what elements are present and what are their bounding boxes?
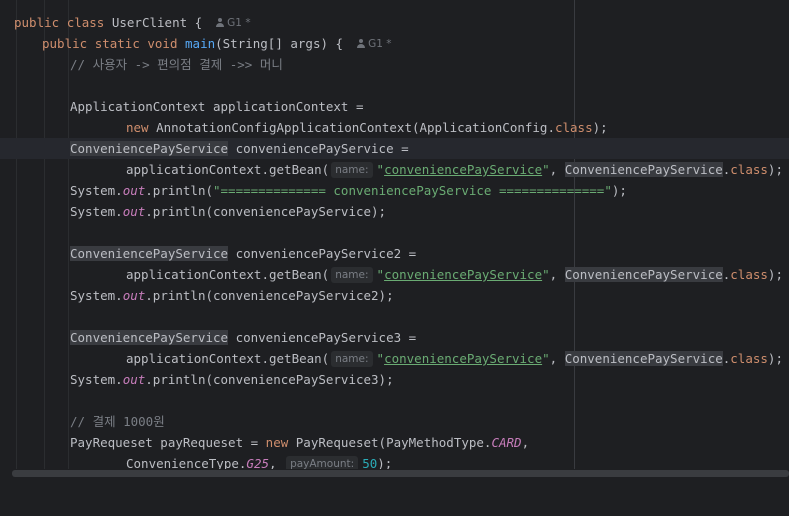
static-field: out: [122, 204, 146, 219]
statement: .println(conveniencePayService3);: [145, 372, 394, 387]
code-line-12: ConveniencePayService conveniencePayServ…: [0, 243, 789, 264]
author-label: G1 *: [368, 38, 392, 50]
code-line-21: PayRequeset payRequeset = new PayRequese…: [0, 432, 789, 453]
punctuation: ,: [549, 351, 565, 366]
string-quote: ": [376, 162, 385, 177]
bean-reference-link[interactable]: conveniencePayService: [384, 267, 542, 282]
keyword: new: [265, 435, 289, 450]
statement: PayRequeset payRequeset =: [70, 435, 266, 450]
punctuation: );: [611, 183, 627, 198]
code-line-2: public static void main(String[] args) {…: [0, 33, 789, 54]
keyword: class: [730, 267, 768, 282]
type-highlight: ConveniencePayService: [70, 330, 229, 345]
class-name: UserClient {: [111, 15, 203, 30]
comment: // 결제 1000원: [70, 414, 165, 429]
keyword: public: [42, 36, 88, 51]
statement: System.: [70, 204, 123, 219]
statement: AnnotationConfigApplicationContext(Appli…: [156, 120, 555, 135]
code-line-7-current: ConveniencePayService conveniencePayServ…: [0, 138, 789, 159]
statement: PayRequeset(PayMethodType.: [288, 435, 492, 450]
author-hint[interactable]: G1 *: [216, 13, 251, 34]
author-label: G1 *: [227, 17, 251, 29]
person-icon: [216, 18, 225, 27]
keyword: static: [94, 36, 140, 51]
statement: applicationContext.getBean(: [126, 351, 330, 366]
statement: .println(conveniencePayService);: [145, 204, 387, 219]
param-hint: name:: [331, 267, 373, 283]
code-line-3: // 사용자 -> 편의점 결제 ->> 머니: [0, 54, 789, 75]
punctuation: ,: [549, 267, 565, 282]
code-editor[interactable]: public class UserClient { G1 * public sta…: [0, 0, 789, 479]
punctuation: );: [767, 267, 783, 282]
author-hint[interactable]: G1 *: [357, 34, 391, 55]
code-line-17: applicationContext.getBean(name: "conveni…: [0, 348, 789, 369]
type-highlight: ConveniencePayService: [564, 351, 723, 366]
statement: conveniencePayService =: [228, 141, 409, 156]
code-line-9: System.out.println("============== conve…: [0, 180, 789, 201]
person-icon: [357, 39, 366, 48]
string-quote: ": [376, 351, 385, 366]
punctuation: );: [767, 351, 783, 366]
code-line-13: applicationContext.getBean(name: "conveni…: [0, 264, 789, 285]
enum-constant: CARD: [491, 435, 522, 450]
string-quote: ": [542, 267, 550, 282]
punctuation: );: [592, 120, 608, 135]
string-quote: ": [542, 162, 550, 177]
static-field: out: [122, 183, 146, 198]
statement: applicationContext.getBean(: [126, 162, 330, 177]
keyword: class: [730, 351, 768, 366]
horizontal-scrollbar[interactable]: [0, 469, 789, 479]
type-highlight: ConveniencePayService: [70, 141, 229, 156]
code-line-14: System.out.println(conveniencePayService…: [0, 285, 789, 306]
code-line-5: ApplicationContext applicationContext =: [0, 96, 789, 117]
statement: .println(conveniencePayService2);: [145, 288, 394, 303]
method-params: (String[] args) {: [215, 36, 344, 51]
keyword: class: [554, 120, 593, 135]
keyword: class: [730, 162, 768, 177]
method-name: main: [185, 36, 216, 51]
code-line-8: applicationContext.getBean(name: "conveni…: [0, 159, 789, 180]
code-line-20: // 결제 1000원: [0, 411, 789, 432]
statement: conveniencePayService3 =: [228, 330, 417, 345]
code-line-10: System.out.println(conveniencePayService…: [0, 201, 789, 222]
statement: ApplicationContext applicationContext =: [70, 99, 364, 114]
statement: conveniencePayService2 =: [228, 246, 417, 261]
bean-reference-link[interactable]: conveniencePayService: [384, 351, 542, 366]
punctuation: );: [767, 162, 783, 177]
statement: System.: [70, 288, 123, 303]
code-line-18: System.out.println(conveniencePayService…: [0, 369, 789, 390]
keyword: void: [147, 36, 178, 51]
bean-reference-link[interactable]: conveniencePayService: [384, 162, 542, 177]
code-line-16: ConveniencePayService conveniencePayServ…: [0, 327, 789, 348]
type-highlight: ConveniencePayService: [564, 162, 723, 177]
comment: // 사용자 -> 편의점 결제 ->> 머니: [70, 57, 283, 72]
string-quote: ": [376, 267, 385, 282]
statement: .println(: [145, 183, 213, 198]
param-hint: name:: [331, 351, 373, 367]
static-field: out: [122, 288, 146, 303]
punctuation: ,: [521, 435, 530, 450]
punctuation: ,: [549, 162, 565, 177]
statement: System.: [70, 183, 123, 198]
static-field: out: [122, 372, 146, 387]
param-hint: name:: [331, 162, 373, 178]
statement: System.: [70, 372, 123, 387]
code-line-6: new AnnotationConfigApplicationContext(A…: [0, 117, 789, 138]
statement: applicationContext.getBean(: [126, 267, 330, 282]
string-literal: "============== conveniencePayService ==…: [213, 183, 612, 198]
keyword: public: [14, 15, 60, 30]
keyword: class: [66, 15, 105, 30]
type-highlight: ConveniencePayService: [564, 267, 723, 282]
keyword: new: [126, 120, 149, 135]
string-quote: ": [542, 351, 550, 366]
scrollbar-thumb[interactable]: [12, 470, 789, 477]
code-line-1: public class UserClient { G1 *: [0, 12, 789, 33]
type-highlight: ConveniencePayService: [70, 246, 229, 261]
